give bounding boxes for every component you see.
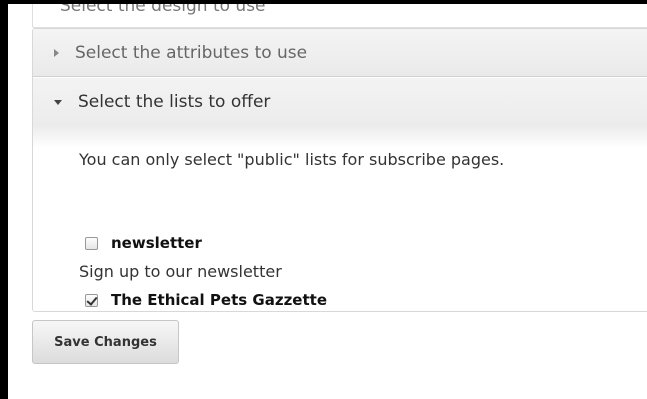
triangle-right-icon: [54, 48, 59, 57]
save-changes-button[interactable]: Save Changes: [32, 320, 179, 364]
list-item-newsletter[interactable]: newsletter: [85, 234, 202, 252]
public-lists-info: You can only select "public" lists for s…: [79, 150, 505, 169]
accordion: Select the attributes to use Select the …: [32, 28, 647, 312]
accordion-header-attributes[interactable]: Select the attributes to use: [33, 29, 647, 77]
ethical-pets-gazzette-checkbox[interactable]: [85, 293, 98, 307]
list-description: Sign up to our newsletter: [79, 262, 282, 281]
list-item-ethical-pets-gazzette[interactable]: The Ethical Pets Gazzette: [85, 291, 327, 309]
triangle-down-icon: [54, 99, 62, 105]
list-name: newsletter: [111, 234, 202, 252]
accordion-header-label: Select the attributes to use: [75, 42, 308, 63]
lists-panel-body: You can only select "public" lists for s…: [33, 126, 647, 311]
accordion-header-lists[interactable]: Select the lists to offer: [33, 78, 647, 126]
previous-section-label: Select the design to use: [60, 4, 266, 16]
list-name: The Ethical Pets Gazzette: [111, 291, 327, 309]
page-frame: Select the design to use Select the attr…: [8, 4, 647, 399]
newsletter-checkbox[interactable]: [85, 236, 98, 250]
accordion-header-label: Select the lists to offer: [78, 92, 271, 112]
